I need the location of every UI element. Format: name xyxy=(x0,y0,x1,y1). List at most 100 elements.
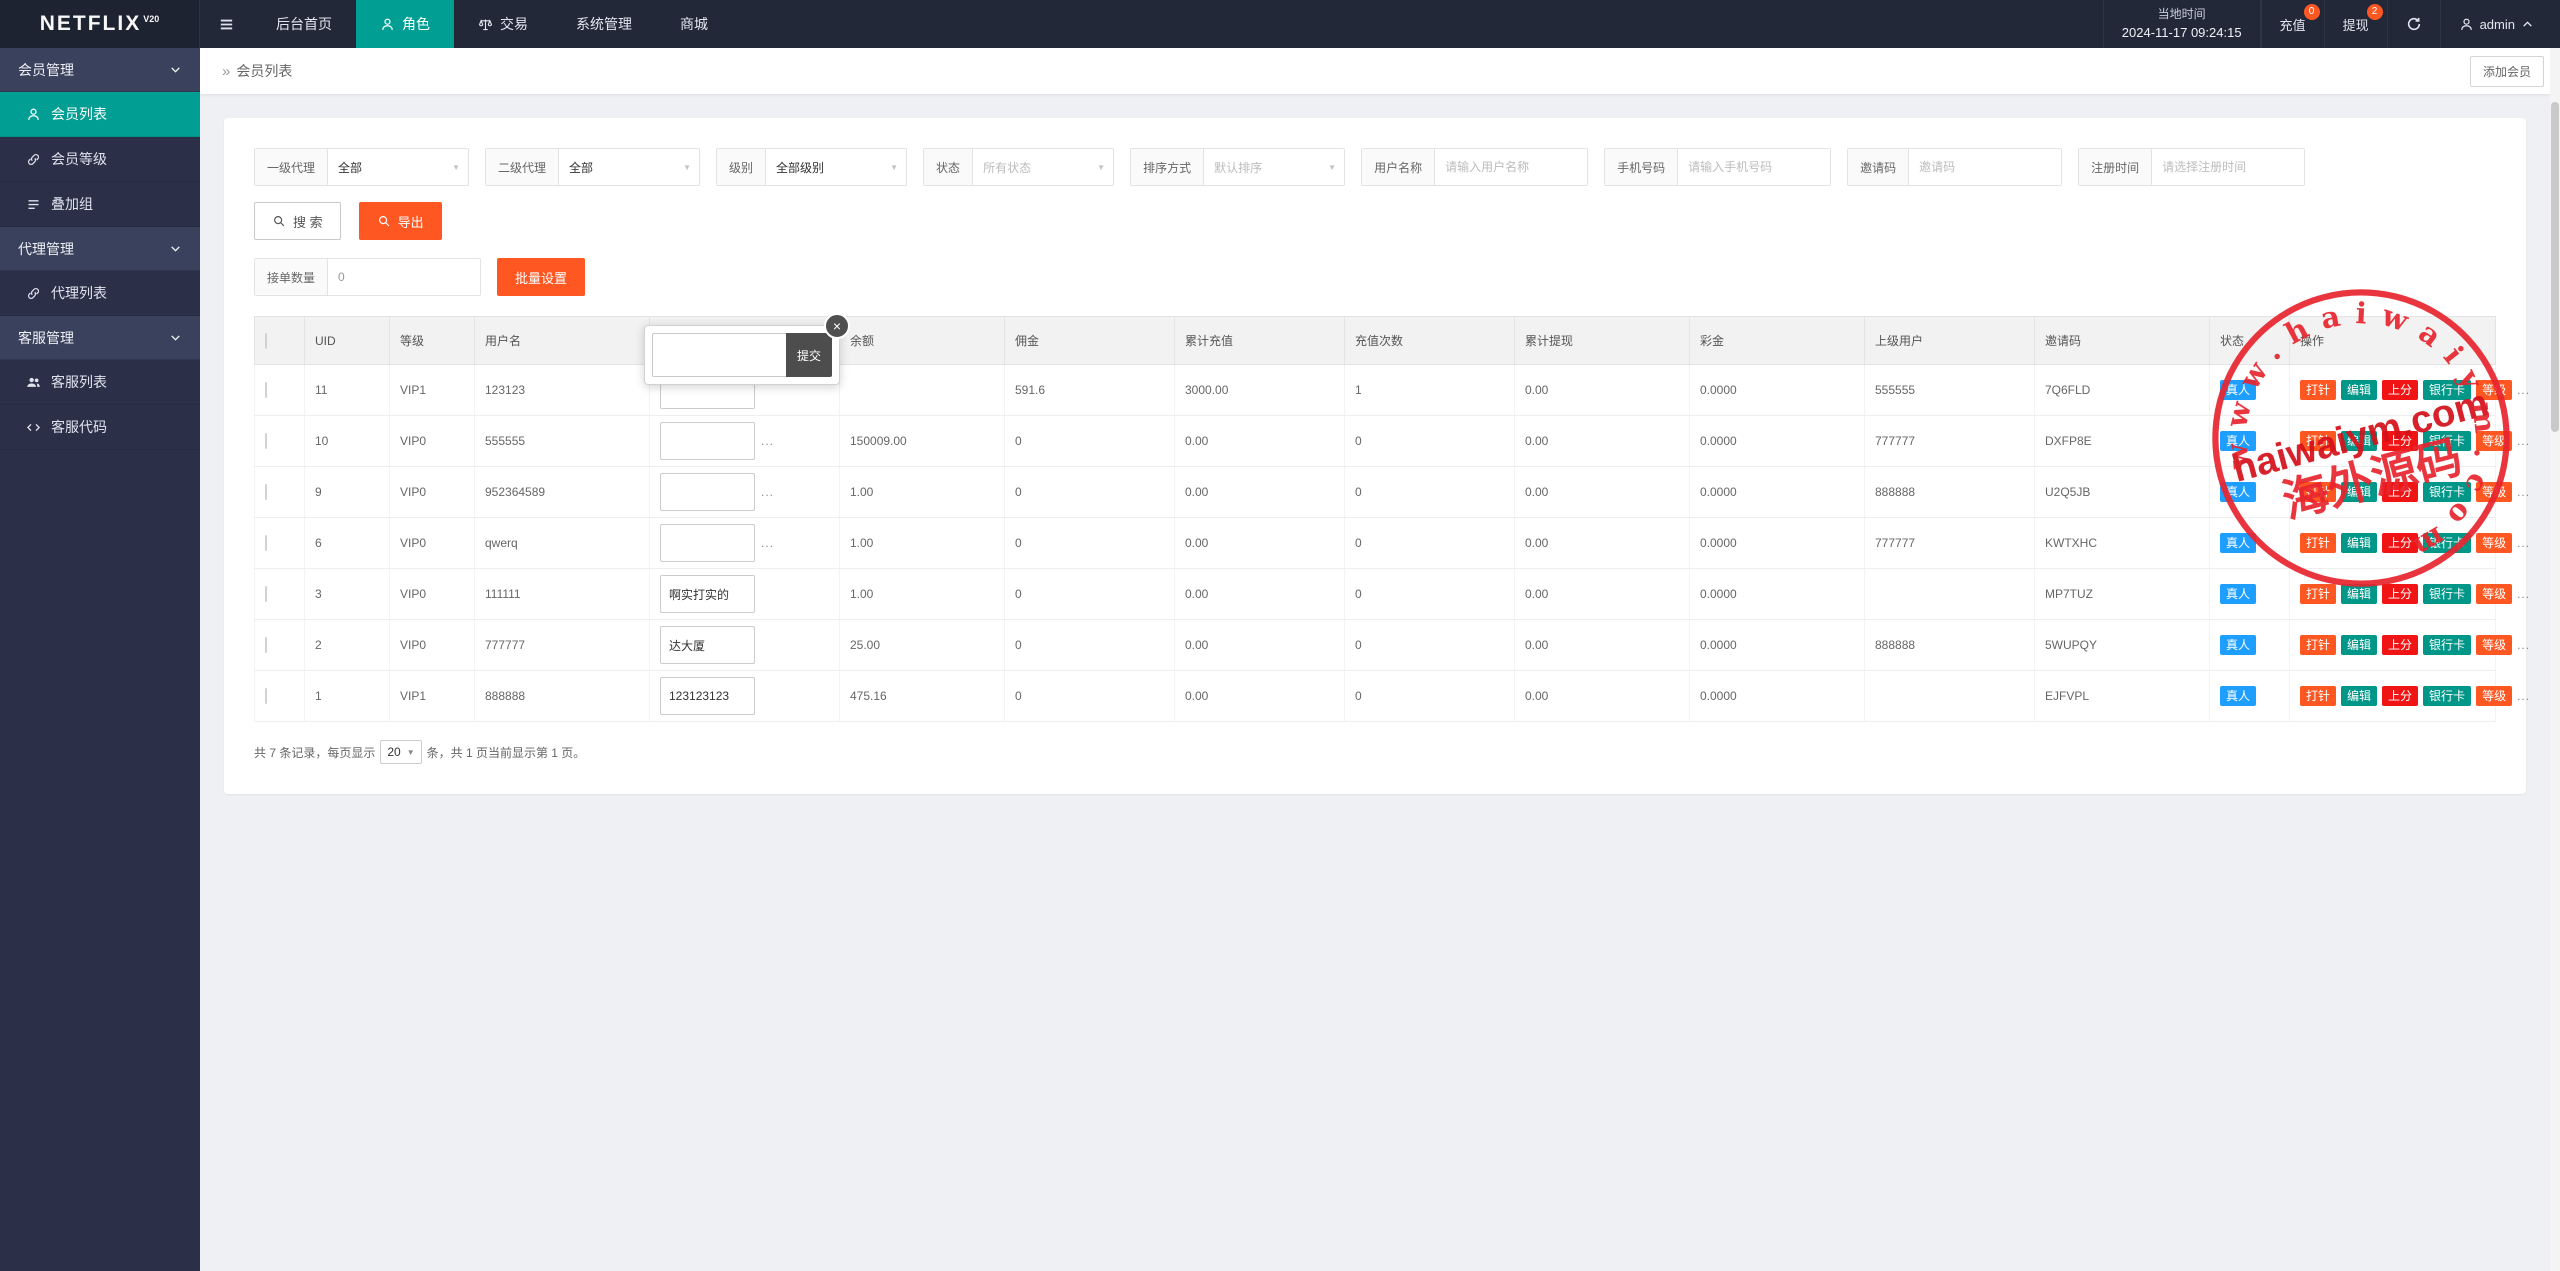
add-score-button[interactable]: 上分 xyxy=(2382,380,2418,400)
sidebar-item-service-list[interactable]: 客服列表 xyxy=(0,360,200,405)
inject-button[interactable]: 打针 xyxy=(2300,635,2336,655)
level-button[interactable]: 等级 xyxy=(2476,380,2512,400)
refresh-icon[interactable] xyxy=(2387,0,2440,48)
remark-submit-button[interactable]: 提交 xyxy=(786,333,832,377)
inject-button[interactable]: 打针 xyxy=(2300,482,2336,502)
export-button[interactable]: 导出 xyxy=(359,202,442,240)
edit-button[interactable]: 编辑 xyxy=(2341,431,2377,451)
sidebar-group-service-management[interactable]: 客服管理 xyxy=(0,316,200,360)
add-score-button[interactable]: 上分 xyxy=(2382,533,2418,553)
row-checkbox[interactable] xyxy=(265,433,267,449)
column-header: 用户名 xyxy=(475,317,650,365)
filter-register-time-input[interactable] xyxy=(2152,149,2304,185)
sidebar-item-member-list[interactable]: 会员列表 xyxy=(0,92,200,137)
edit-button[interactable]: 编辑 xyxy=(2341,533,2377,553)
bank-card-button[interactable]: 银行卡 xyxy=(2423,431,2471,451)
row-checkbox[interactable] xyxy=(265,484,267,500)
inject-button[interactable]: 打针 xyxy=(2300,686,2336,706)
bank-card-button[interactable]: 银行卡 xyxy=(2423,635,2471,655)
remark-more[interactable]: ... xyxy=(761,485,774,499)
remark-more[interactable]: ... xyxy=(761,434,774,448)
add-member-button[interactable]: 添加会员 xyxy=(2470,56,2544,87)
page-size-select[interactable]: 20 ▼ xyxy=(380,740,421,764)
remark-input[interactable] xyxy=(660,422,755,460)
filter-status-select[interactable]: 所有状态▼ xyxy=(973,149,1113,185)
add-score-button[interactable]: 上分 xyxy=(2382,584,2418,604)
remark-input[interactable] xyxy=(660,473,755,511)
admin-menu[interactable]: admin xyxy=(2440,0,2560,48)
row-checkbox[interactable] xyxy=(265,637,267,653)
row-more-button[interactable]: ... xyxy=(2517,587,2530,601)
cell-commission: 591.6 xyxy=(1005,365,1175,416)
nav-quick-recharge[interactable]: 充值0 xyxy=(2261,0,2324,48)
sidebar-item-agent-list[interactable]: 代理列表 xyxy=(0,271,200,316)
filter-level-select[interactable]: 全部级别▼ xyxy=(766,149,906,185)
edit-button[interactable]: 编辑 xyxy=(2341,584,2377,604)
edit-button[interactable]: 编辑 xyxy=(2341,482,2377,502)
level-button[interactable]: 等级 xyxy=(2476,431,2512,451)
inject-button[interactable]: 打针 xyxy=(2300,431,2336,451)
nav-item-dashboard[interactable]: 后台首页 xyxy=(252,0,356,48)
level-button[interactable]: 等级 xyxy=(2476,584,2512,604)
nav-item-roles[interactable]: 角色 xyxy=(356,0,454,48)
search-button[interactable]: 搜 索 xyxy=(254,202,341,240)
batch-set-button[interactable]: 批量设置 xyxy=(497,258,585,296)
add-score-button[interactable]: 上分 xyxy=(2382,686,2418,706)
bank-card-button[interactable]: 银行卡 xyxy=(2423,584,2471,604)
bank-card-button[interactable]: 银行卡 xyxy=(2423,482,2471,502)
row-more-button[interactable]: ... xyxy=(2517,536,2530,550)
sidebar-item-service-code[interactable]: 客服代码 xyxy=(0,405,200,450)
row-more-button[interactable]: ... xyxy=(2517,383,2530,397)
bank-card-button[interactable]: 银行卡 xyxy=(2423,533,2471,553)
level-button[interactable]: 等级 xyxy=(2476,533,2512,553)
nav-quick-withdraw[interactable]: 提现2 xyxy=(2324,0,2387,48)
close-icon[interactable]: × xyxy=(824,313,850,339)
row-more-button[interactable]: ... xyxy=(2517,485,2530,499)
hamburger-icon[interactable] xyxy=(200,0,252,48)
add-score-button[interactable]: 上分 xyxy=(2382,482,2418,502)
edit-button[interactable]: 编辑 xyxy=(2341,380,2377,400)
row-more-button[interactable]: ... xyxy=(2517,638,2530,652)
filter-phone-input[interactable] xyxy=(1678,149,1830,185)
row-checkbox[interactable] xyxy=(265,586,267,602)
nav-item-trade[interactable]: 交易 xyxy=(454,0,552,48)
row-checkbox[interactable] xyxy=(265,688,267,704)
remark-input[interactable] xyxy=(660,524,755,562)
sidebar-group-agent-management[interactable]: 代理管理 xyxy=(0,227,200,271)
cell-actions: 打针编辑上分银行卡等级... xyxy=(2290,620,2496,671)
nav-item-system[interactable]: 系统管理 xyxy=(552,0,656,48)
bank-card-button[interactable]: 银行卡 xyxy=(2423,380,2471,400)
row-more-button[interactable]: ... xyxy=(2517,434,2530,448)
inject-button[interactable]: 打针 xyxy=(2300,380,2336,400)
edit-button[interactable]: 编辑 xyxy=(2341,635,2377,655)
filter-sort-select[interactable]: 默认排序▼ xyxy=(1204,149,1344,185)
inject-button[interactable]: 打针 xyxy=(2300,533,2336,553)
sidebar-group-member-management[interactable]: 会员管理 xyxy=(0,48,200,92)
inject-button[interactable]: 打针 xyxy=(2300,584,2336,604)
filter-username-input[interactable] xyxy=(1435,149,1587,185)
remark-input[interactable] xyxy=(660,626,755,664)
remark-popup-input[interactable] xyxy=(652,333,786,377)
row-checkbox[interactable] xyxy=(265,535,267,551)
nav-item-mall[interactable]: 商城 xyxy=(656,0,732,48)
row-checkbox[interactable] xyxy=(265,382,267,398)
sidebar-item-stack-group[interactable]: 叠加组 xyxy=(0,182,200,227)
filter-invite-code-input[interactable] xyxy=(1909,149,2061,185)
filter-agent-level1-select[interactable]: 全部▼ xyxy=(328,149,468,185)
edit-button[interactable]: 编辑 xyxy=(2341,686,2377,706)
level-button[interactable]: 等级 xyxy=(2476,482,2512,502)
filter-agent-level2-select[interactable]: 全部▼ xyxy=(559,149,699,185)
add-score-button[interactable]: 上分 xyxy=(2382,431,2418,451)
order-quantity-input[interactable] xyxy=(328,259,480,295)
remark-input[interactable] xyxy=(660,575,755,613)
bank-card-button[interactable]: 银行卡 xyxy=(2423,686,2471,706)
level-button[interactable]: 等级 xyxy=(2476,686,2512,706)
select-all-checkbox[interactable] xyxy=(265,333,267,349)
remark-more[interactable]: ... xyxy=(761,536,774,550)
remark-input[interactable] xyxy=(660,677,755,715)
sidebar-item-member-level[interactable]: 会员等级 xyxy=(0,137,200,182)
scrollbar-thumb[interactable] xyxy=(2551,102,2559,432)
add-score-button[interactable]: 上分 xyxy=(2382,635,2418,655)
level-button[interactable]: 等级 xyxy=(2476,635,2512,655)
row-more-button[interactable]: ... xyxy=(2517,689,2530,703)
